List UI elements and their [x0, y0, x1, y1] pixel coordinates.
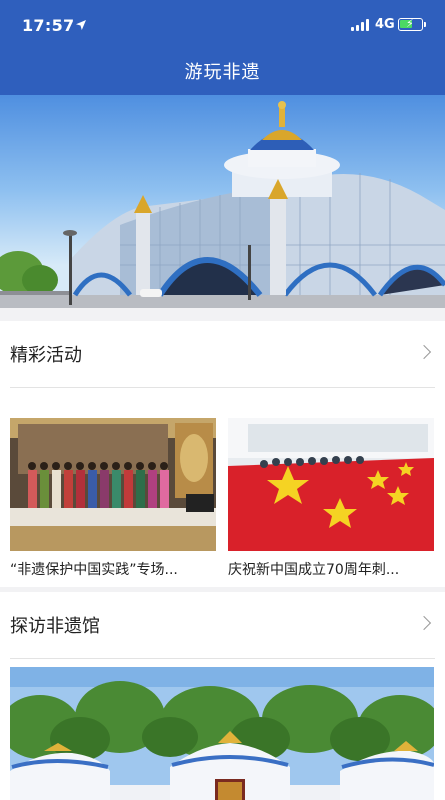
museums-section: 探访非遗馆 [0, 592, 445, 800]
network-type: 4G [375, 17, 395, 32]
page-title: 游玩非遗 [184, 62, 261, 83]
activities-header[interactable]: 精彩活动 [0, 321, 445, 387]
chevron-right-icon[interactable] [416, 615, 432, 631]
activity-card[interactable]: 庆祝新中国成立70周年刺... [228, 418, 434, 579]
activity-card-image [228, 418, 434, 551]
activity-card-image [10, 418, 216, 551]
signal-icon [351, 19, 371, 31]
activities-title: 精彩活动 [10, 345, 82, 366]
battery-tip [424, 22, 426, 27]
chevron-right-icon[interactable] [416, 344, 432, 360]
status-time: 17:57 [22, 16, 75, 35]
location-arrow-icon [76, 20, 86, 30]
activity-card[interactable]: “非遗保护中国实践”专场... [10, 418, 216, 579]
divider [10, 387, 435, 388]
museum-card-image[interactable] [10, 667, 434, 800]
divider [10, 658, 435, 659]
status-bar: 17:57 4G ⚡ [0, 0, 445, 50]
app-header: 17:57 4G ⚡ 游玩非遗 [0, 0, 445, 95]
museums-header[interactable]: 探访非遗馆 [0, 592, 445, 658]
activities-section: 精彩活动 “非遗保护中国实践”专场... 庆祝新中国成立70周年刺... [0, 321, 445, 587]
hero-banner[interactable] [0, 95, 445, 308]
activity-card-caption: 庆祝新中国成立70周年刺... [228, 562, 400, 578]
museums-title: 探访非遗馆 [10, 616, 100, 637]
activity-card-caption: “非遗保护中国实践”专场... [10, 562, 178, 578]
hero-building-image [0, 101, 445, 308]
battery-icon: ⚡ [398, 17, 423, 31]
